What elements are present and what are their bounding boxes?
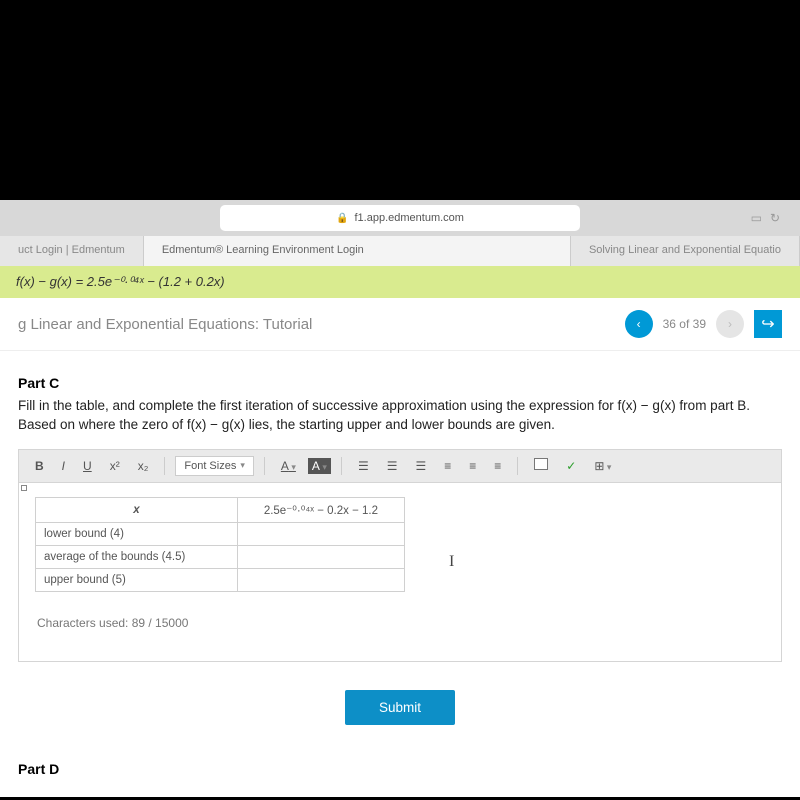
editor-toolbar: B I U x² x₂ Font Sizes A A ☰ ☰ ☰ ≡ ≡ ≡ ✓… bbox=[18, 449, 782, 482]
resize-handle[interactable] bbox=[21, 485, 27, 491]
superscript-button[interactable]: x² bbox=[104, 457, 126, 475]
reader-icon[interactable]: ▭ bbox=[751, 211, 762, 225]
row-lower-label[interactable]: lower bound (4) bbox=[36, 522, 238, 545]
tab-solving[interactable]: Solving Linear and Exponential Equatio bbox=[571, 236, 800, 266]
part-c-label: Part C bbox=[18, 375, 782, 391]
indent-icon[interactable]: ☰ bbox=[409, 457, 432, 475]
pager-next-button[interactable]: › bbox=[716, 310, 744, 338]
italic-button[interactable]: I bbox=[56, 457, 71, 475]
tab-login[interactable]: uct Login | Edmentum bbox=[0, 236, 144, 266]
row-upper-value[interactable] bbox=[237, 568, 404, 591]
reload-icon[interactable]: ↻ bbox=[770, 211, 780, 225]
underline-button[interactable]: U bbox=[77, 457, 98, 475]
tutorial-header: g Linear and Exponential Equations: Tuto… bbox=[0, 298, 800, 351]
tab-environment[interactable]: Edmentum® Learning Environment Login bbox=[144, 236, 571, 266]
col-header-x[interactable]: x bbox=[36, 497, 238, 522]
table-row: lower bound (4) bbox=[36, 522, 405, 545]
image-icon[interactable] bbox=[528, 456, 554, 475]
col-header-expr[interactable]: 2.5e⁻⁰·⁰⁴ˣ − 0.2x − 1.2 bbox=[237, 497, 404, 522]
row-avg-label[interactable]: average of the bounds (4.5) bbox=[36, 545, 238, 568]
table-row: average of the bounds (4.5) bbox=[36, 545, 405, 568]
lock-icon: 🔒 bbox=[336, 213, 348, 224]
list-ul-icon[interactable]: ☰ bbox=[352, 457, 375, 475]
row-lower-value[interactable] bbox=[237, 522, 404, 545]
font-size-select[interactable]: Font Sizes bbox=[175, 456, 254, 476]
highlight-button[interactable]: A bbox=[308, 458, 331, 474]
tabs-row: uct Login | Edmentum Edmentum® Learning … bbox=[0, 236, 800, 266]
bold-button[interactable]: B bbox=[29, 457, 50, 475]
part-c-instructions: Fill in the table, and complete the firs… bbox=[18, 397, 782, 435]
url-text: f1.app.edmentum.com bbox=[355, 212, 464, 224]
pager-text: 36 of 39 bbox=[663, 317, 706, 331]
equation-display: f(x) − g(x) = 2.5e⁻⁰·⁰⁴ˣ − (1.2 + 0.2x) bbox=[0, 266, 800, 298]
character-count: Characters used: 89 / 15000 bbox=[35, 616, 765, 630]
submit-button[interactable]: Submit bbox=[345, 690, 455, 725]
text-cursor-icon: I bbox=[449, 553, 454, 571]
table-row: upper bound (5) bbox=[36, 568, 405, 591]
tutorial-title: g Linear and Exponential Equations: Tuto… bbox=[18, 316, 312, 333]
url-display[interactable]: 🔒 f1.app.edmentum.com bbox=[220, 205, 580, 231]
align-right-icon[interactable]: ≡ bbox=[488, 457, 507, 475]
align-left-icon[interactable]: ≡ bbox=[438, 457, 457, 475]
align-center-icon[interactable]: ≡ bbox=[463, 457, 482, 475]
font-color-button[interactable]: A bbox=[275, 457, 302, 475]
editor-body[interactable]: x 2.5e⁻⁰·⁰⁴ˣ − 0.2x − 1.2 lower bound (4… bbox=[18, 482, 782, 662]
pager-prev-button[interactable]: ‹ bbox=[625, 310, 653, 338]
exit-button[interactable]: ↪ bbox=[754, 310, 782, 338]
row-avg-value[interactable] bbox=[237, 545, 404, 568]
answer-table[interactable]: x 2.5e⁻⁰·⁰⁴ˣ − 0.2x − 1.2 lower bound (4… bbox=[35, 497, 405, 592]
row-upper-label[interactable]: upper bound (5) bbox=[36, 568, 238, 591]
browser-address-bar: 🔒 f1.app.edmentum.com ▭ ↻ bbox=[0, 200, 800, 236]
check-icon[interactable]: ✓ bbox=[560, 457, 582, 475]
list-ol-icon[interactable]: ☰ bbox=[381, 457, 404, 475]
subscript-button[interactable]: x₂ bbox=[132, 457, 155, 475]
table-icon[interactable]: ⊞ bbox=[588, 457, 617, 475]
part-d-label: Part D bbox=[0, 753, 800, 797]
